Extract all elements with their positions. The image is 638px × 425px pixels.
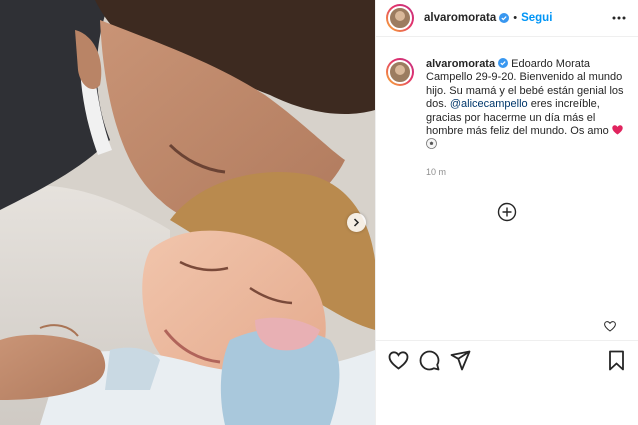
post-photo[interactable] <box>0 0 375 425</box>
caption-mention[interactable]: @alicecampello <box>450 98 528 110</box>
caption-author-avatar[interactable] <box>386 58 414 86</box>
follow-button[interactable]: Segui <box>521 12 552 24</box>
header-separator: • <box>513 12 518 24</box>
plus-circle-icon[interactable] <box>497 202 517 222</box>
verified-badge-icon <box>499 13 510 23</box>
post-header: alvaromorata • Segui <box>376 0 638 37</box>
heart-small-icon[interactable] <box>604 321 616 332</box>
chevron-right-icon <box>353 218 360 227</box>
red-heart-icon <box>612 125 623 135</box>
post-caption: alvaromorata Edoardo Morata Campello 29-… <box>386 58 631 179</box>
share-icon[interactable] <box>450 350 471 371</box>
post-image <box>0 0 375 425</box>
heart-icon[interactable] <box>388 350 409 371</box>
soccer-ball-icon <box>426 138 437 150</box>
post-timestamp: 10 m <box>426 166 447 177</box>
carousel-next-button[interactable] <box>347 213 366 232</box>
caption-username[interactable]: alvaromorata <box>426 58 495 70</box>
post-details-panel: alvaromorata • Segui alvaromorata Edoard… <box>375 0 638 425</box>
comment-icon[interactable] <box>419 350 440 371</box>
caption-text: alvaromorata Edoardo Morata Campello 29-… <box>426 58 626 179</box>
action-bar <box>376 340 638 380</box>
author-avatar[interactable] <box>386 4 414 32</box>
verified-badge-icon <box>498 58 509 68</box>
bookmark-icon[interactable] <box>606 350 627 371</box>
author-username[interactable]: alvaromorata <box>424 12 496 24</box>
more-horizontal-icon[interactable] <box>611 11 627 25</box>
